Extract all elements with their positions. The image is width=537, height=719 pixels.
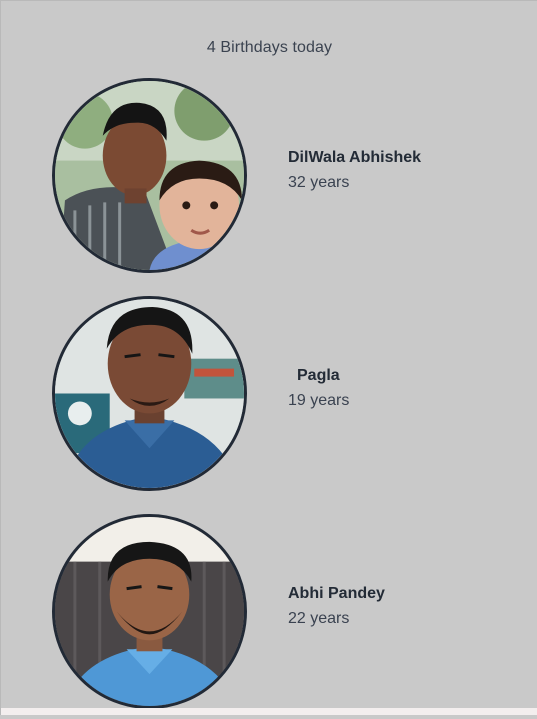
birthday-count-heading: 4 Birthdays today (206, 39, 333, 56)
person-age: 19 years (288, 392, 350, 409)
birthday-list-item: Abhi Pandey 22 years (51, 514, 511, 719)
person-info: Abhi Pandey 22 years (288, 584, 385, 629)
person-age: 22 years (288, 610, 350, 627)
bottom-divider (1, 708, 537, 715)
birthday-reminder-panel: 4 Birthdays today DilWala Abhishek 32 ye… (0, 0, 537, 715)
person-photo-icon (55, 81, 244, 270)
person-info: DilWala Abhishek 32 years (288, 148, 421, 193)
birthday-list-item: DilWala Abhishek 32 years (51, 78, 511, 283)
person-photo-icon (55, 299, 244, 488)
avatar (52, 78, 247, 273)
birthday-list-item: Pagla 19 years (51, 296, 511, 501)
avatar (52, 296, 247, 491)
person-photo-icon (55, 517, 244, 706)
person-name: DilWala Abhishek (288, 149, 422, 166)
avatar (52, 514, 247, 709)
person-name: Abhi Pandey (288, 585, 385, 602)
person-info: Pagla 19 years (288, 366, 349, 411)
person-age: 32 years (288, 174, 350, 191)
person-name: Pagla (297, 367, 340, 384)
